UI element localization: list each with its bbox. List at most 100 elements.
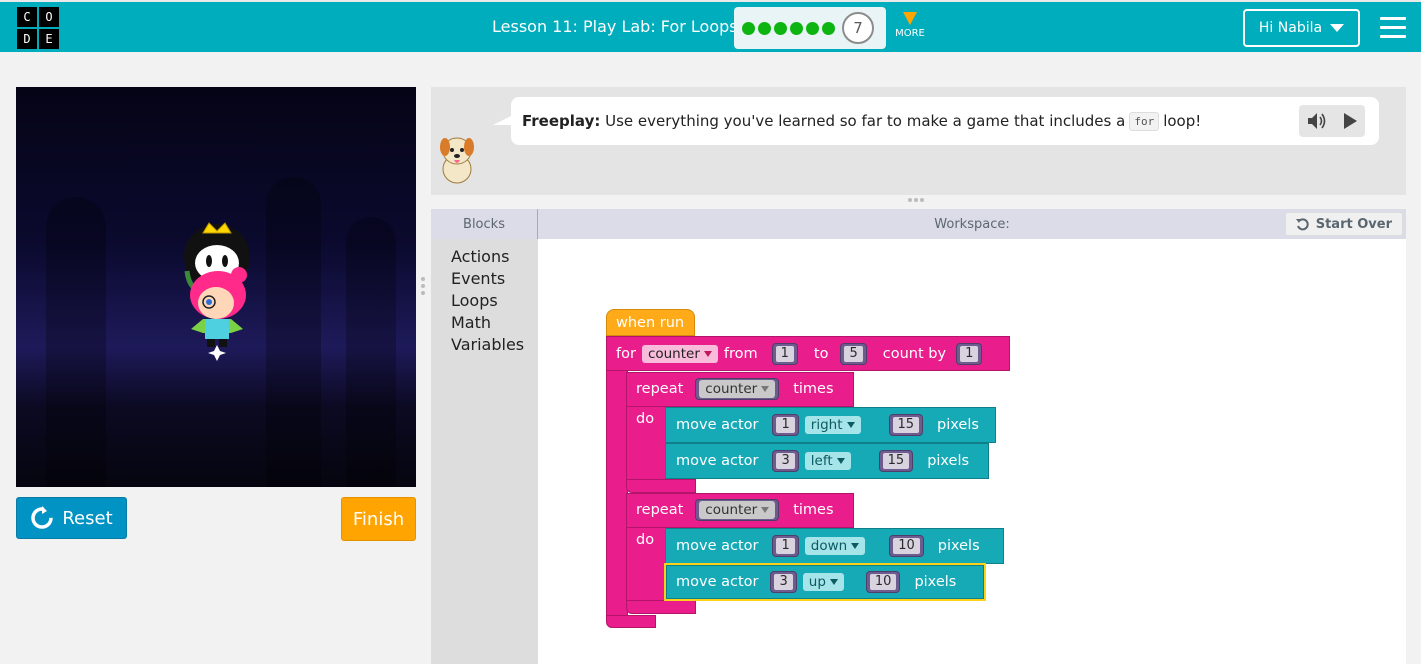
start-over-button[interactable]: Start Over	[1284, 212, 1403, 236]
distance-slot[interactable]: 10	[889, 535, 924, 557]
level-dot-4[interactable]	[790, 21, 803, 35]
background-tree	[346, 217, 396, 487]
category-variables[interactable]: Variables	[451, 335, 524, 354]
instruction-prefix: Freeplay:	[522, 112, 601, 130]
actor-girl	[190, 267, 247, 361]
pixels-label: pixels	[914, 574, 957, 590]
repeat-label: repeat	[636, 502, 684, 518]
instruction-text-end: loop!	[1163, 112, 1202, 130]
horizontal-resize-handle[interactable]	[908, 198, 928, 204]
level-dot-3[interactable]	[774, 21, 787, 35]
category-actions[interactable]: Actions	[451, 247, 509, 266]
to-value-slot[interactable]: 5	[840, 343, 867, 365]
direction-dropdown[interactable]: up	[802, 573, 844, 591]
repeat-row-1: repeat counter times	[636, 378, 834, 400]
count-by-label: count by	[882, 346, 947, 362]
direction-dropdown[interactable]: left	[804, 452, 851, 470]
background-tree	[266, 177, 321, 487]
block-workspace[interactable]: when run for counter from 1 to 5 count b…	[538, 239, 1406, 664]
workspace-header: Workspace: Start Over	[538, 209, 1406, 239]
instructions-panel: Freeplay: Use everything you've learned …	[431, 87, 1406, 195]
undo-icon	[1295, 218, 1309, 231]
times-label: times	[793, 502, 834, 518]
actor-number-slot[interactable]: 1	[772, 414, 799, 436]
toolbox-header: Blocks	[431, 209, 538, 239]
toolbox-panel: Actions Events Loops Math Variables	[431, 239, 538, 664]
code-org-logo[interactable]: C O D E	[17, 7, 59, 49]
pixels-label: pixels	[937, 417, 979, 433]
speech-bubble-tail	[493, 115, 513, 125]
do-label-2: do	[636, 532, 655, 548]
actor-number-slot[interactable]: 3	[770, 571, 797, 593]
lesson-title[interactable]: Lesson 11: Play Lab: For Loops	[492, 17, 738, 36]
finish-button[interactable]: Finish	[341, 497, 416, 541]
for-label: for	[616, 346, 636, 362]
repeat-count-slot-2[interactable]: counter	[695, 499, 780, 521]
distance-slot[interactable]: 15	[878, 450, 914, 472]
logo-letter-c: C	[17, 7, 37, 27]
when-run-block[interactable]: when run	[606, 309, 695, 336]
for-loop-block-bottom	[606, 615, 656, 628]
more-triangle-icon	[903, 12, 917, 25]
move-actor-label: move actor	[676, 453, 759, 469]
from-label: from	[723, 346, 758, 362]
user-menu-button[interactable]: Hi Nabila	[1243, 9, 1360, 47]
when-run-label: when run	[616, 314, 685, 331]
direction-dropdown[interactable]: right	[804, 416, 861, 434]
speaker-icon[interactable]	[1307, 112, 1327, 130]
repeat-block-2-bottom	[626, 600, 696, 614]
move-actor-block-2[interactable]: move actor 3 left 15 pixels	[665, 443, 989, 479]
chevron-down-icon	[1330, 24, 1345, 32]
category-math[interactable]: Math	[451, 313, 491, 332]
level-dot-5[interactable]	[806, 21, 819, 35]
reset-button[interactable]: Reset	[16, 497, 127, 539]
workspace-title: Workspace:	[934, 216, 1010, 232]
vertical-resize-handle[interactable]	[421, 277, 425, 297]
start-over-label: Start Over	[1315, 216, 1392, 232]
category-events[interactable]: Events	[451, 269, 505, 288]
audio-controls	[1299, 105, 1365, 137]
pixels-label: pixels	[927, 453, 970, 469]
times-label: times	[793, 381, 834, 397]
game-canvas[interactable]	[16, 87, 416, 487]
direction-dropdown[interactable]: down	[804, 537, 866, 555]
actor-number-slot[interactable]: 1	[772, 535, 799, 557]
top-bar: C O D E Lesson 11: Play Lab: For Loops 7…	[0, 0, 1421, 52]
distance-slot[interactable]: 15	[888, 414, 924, 436]
more-button[interactable]: MORE	[893, 12, 927, 39]
dog-avatar-icon	[440, 137, 474, 184]
for-loop-block-side	[606, 371, 628, 615]
reset-icon	[31, 506, 54, 529]
actor-number-slot[interactable]: 3	[772, 450, 799, 472]
move-actor-label: move actor	[676, 538, 759, 554]
count-by-value-slot[interactable]: 1	[956, 343, 983, 365]
logo-letter-e: E	[39, 29, 59, 49]
for-loop-row: for counter from 1 to 5 count by 1	[616, 343, 983, 365]
reset-label: Reset	[62, 507, 113, 529]
pixels-label: pixels	[937, 538, 980, 554]
move-actor-block-3[interactable]: move actor 1 down 10 pixels	[665, 528, 1004, 564]
repeat-row-2: repeat counter times	[636, 499, 834, 521]
instruction-text: Use everything you've learned so far to …	[605, 112, 1126, 130]
current-level-badge[interactable]: 7	[842, 12, 874, 44]
repeat-count-slot-1[interactable]: counter	[695, 378, 780, 400]
move-actor-block-1[interactable]: move actor 1 right 15 pixels	[665, 407, 996, 443]
level-dot-2[interactable]	[758, 21, 771, 35]
move-actor-block-4[interactable]: move actor 3 up 10 pixels	[664, 563, 986, 601]
code-keyword: for	[1129, 111, 1160, 131]
play-icon[interactable]	[1342, 112, 1358, 130]
level-progress: 7	[734, 7, 886, 49]
instruction-bubble: Freeplay: Use everything you've learned …	[511, 97, 1379, 145]
to-label: to	[813, 346, 829, 362]
move-actor-label: move actor	[676, 574, 759, 590]
level-dot-6[interactable]	[822, 21, 835, 35]
user-greeting: Hi Nabila	[1258, 20, 1323, 36]
level-dot-1[interactable]	[742, 21, 755, 35]
from-value-slot[interactable]: 1	[771, 343, 798, 365]
distance-slot[interactable]: 10	[865, 571, 901, 593]
logo-letter-d: D	[17, 29, 37, 49]
repeat-block-1-bottom	[626, 479, 696, 493]
for-variable-dropdown[interactable]: counter	[641, 345, 718, 363]
category-loops[interactable]: Loops	[451, 291, 498, 310]
hamburger-menu-icon[interactable]	[1380, 17, 1406, 44]
